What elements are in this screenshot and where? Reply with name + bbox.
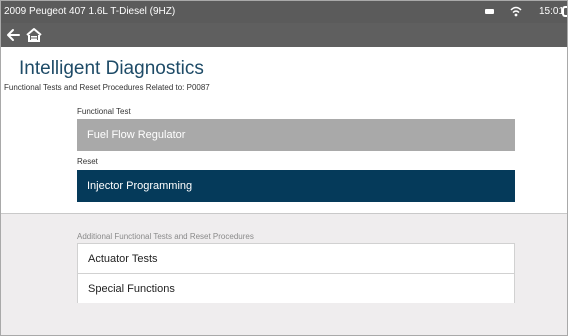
page-title: Intelligent Diagnostics <box>19 58 204 79</box>
back-arrow-icon[interactable] <box>4 26 22 44</box>
status-bar: 2009 Peugeot 407 1.6L T-Diesel (9HZ) 15:… <box>1 1 567 23</box>
fuel-flow-regulator-button[interactable]: Fuel Flow Regulator <box>77 119 515 151</box>
additional-procedures-label: Additional Functional Tests and Reset Pr… <box>77 232 254 241</box>
additional-procedures-list: Actuator Tests Special Functions <box>77 243 515 303</box>
clock: 15:01 <box>539 6 565 17</box>
camera-icon <box>562 6 567 17</box>
reset-label: Reset <box>77 157 98 166</box>
page-subtitle: Functional Tests and Reset Procedures Re… <box>4 83 210 92</box>
nav-bar <box>1 23 567 47</box>
app-frame: 2009 Peugeot 407 1.6L T-Diesel (9HZ) 15:… <box>0 0 568 336</box>
list-item-actuator-tests[interactable]: Actuator Tests <box>77 243 515 273</box>
wifi-icon <box>510 6 522 17</box>
functional-test-label: Functional Test <box>77 107 131 116</box>
battery-icon <box>485 9 494 14</box>
home-icon[interactable] <box>25 26 43 44</box>
list-item-special-functions[interactable]: Special Functions <box>77 273 515 303</box>
vehicle-title: 2009 Peugeot 407 1.6L T-Diesel (9HZ) <box>4 6 176 17</box>
injector-programming-button[interactable]: Injector Programming <box>77 170 515 202</box>
